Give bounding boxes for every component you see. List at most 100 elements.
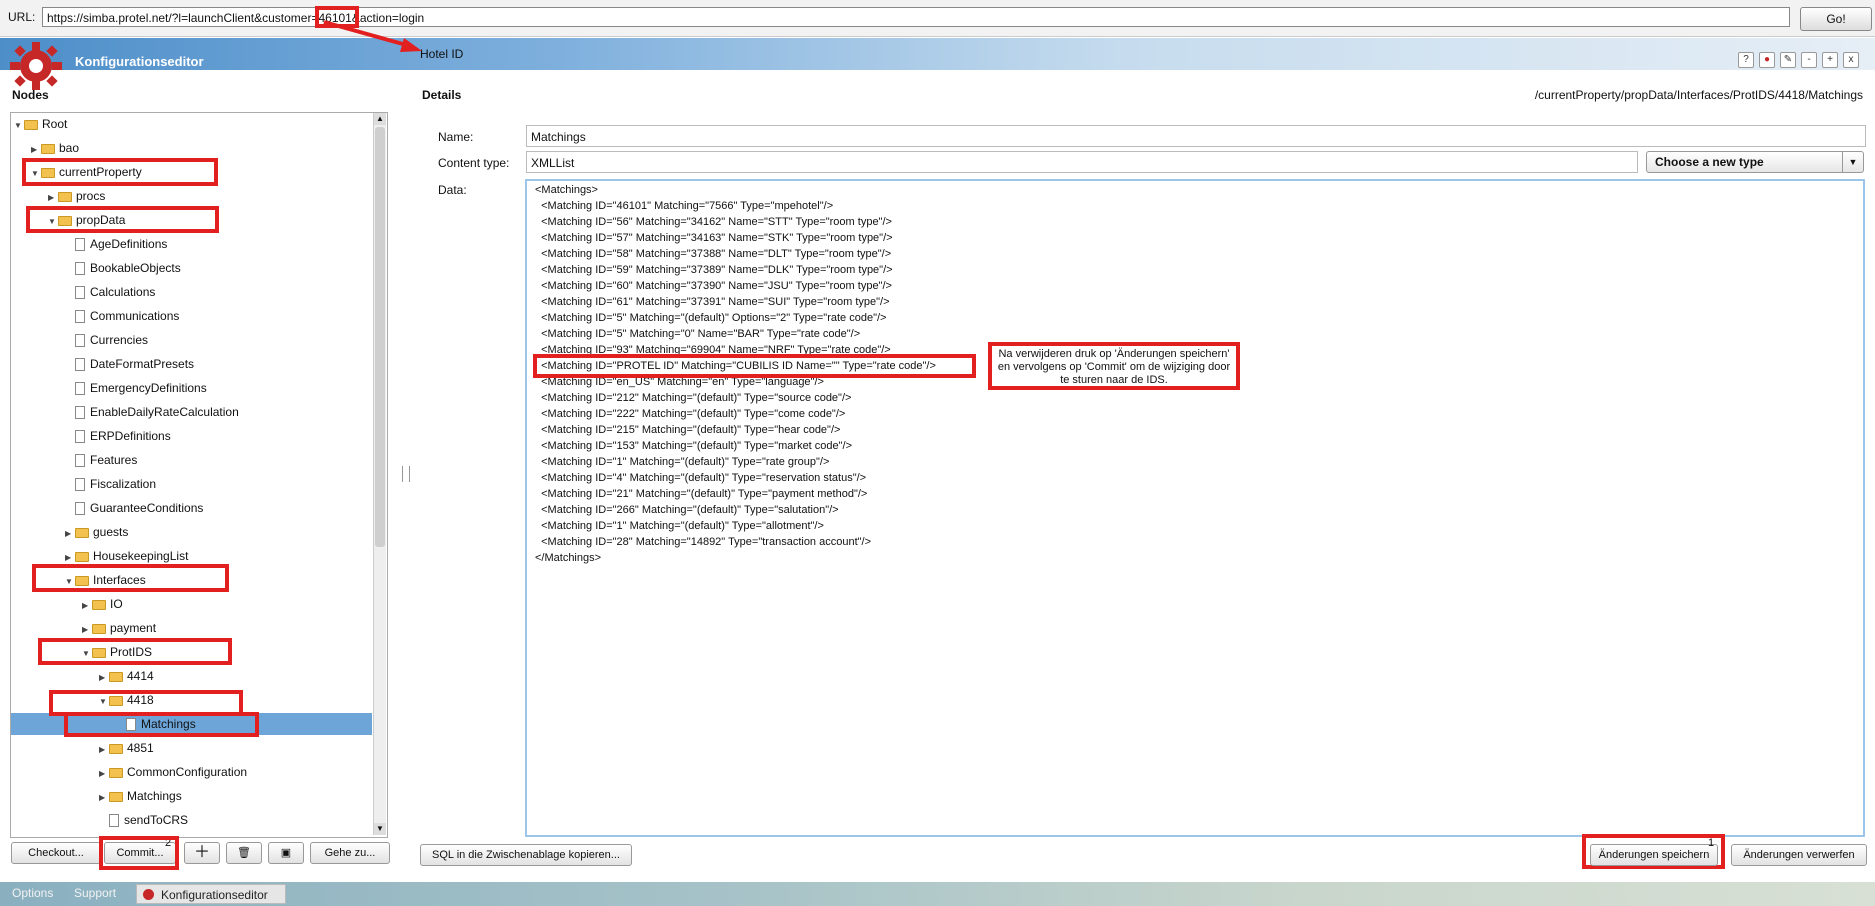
goto-button[interactable]: Gehe zu...	[310, 842, 390, 864]
tree-node-label: Currencies	[90, 333, 149, 347]
collapsed-arrow-icon[interactable]: ▶	[31, 140, 41, 160]
save-changes-button[interactable]: Änderungen speichern	[1590, 844, 1718, 866]
folder-icon	[109, 767, 123, 778]
tree-folder-node[interactable]: ▶ Matchings	[99, 786, 182, 806]
file-icon	[75, 502, 85, 516]
tree-folder-node[interactable]: ▶ guests	[65, 522, 128, 542]
xml-line: <Matching ID="1" Matching="(default)" Ty…	[535, 520, 824, 532]
add-icon[interactable]: ＋	[184, 842, 220, 864]
tree-file-node[interactable]: Features	[65, 450, 137, 470]
tree-node-label: Calculations	[90, 285, 156, 299]
tree-file-node[interactable]: ERPDefinitions	[65, 426, 171, 446]
tree-file-node[interactable]: EnableDailyRateCalculation	[65, 402, 239, 422]
go-button[interactable]: Go!	[1800, 7, 1872, 31]
name-label: Name:	[438, 130, 474, 144]
tree-node-label: 4414	[127, 669, 154, 683]
save-disk-icon[interactable]: ▣	[268, 842, 304, 864]
folder-icon	[92, 599, 106, 610]
nodes-title: Nodes	[12, 88, 49, 102]
collapsed-arrow-icon[interactable]: ▶	[99, 764, 109, 784]
bug-icon[interactable]: ●	[1759, 52, 1775, 68]
tree-file-node[interactable]: EmergencyDefinitions	[65, 378, 207, 398]
tree-file-node[interactable]: BookableObjects	[65, 258, 181, 278]
content-type-label: Content type:	[438, 156, 510, 170]
type-select[interactable]: Choose a new type ▼	[1646, 151, 1864, 173]
xml-line: <Matching ID="59" Matching="37389" Name=…	[535, 264, 893, 276]
collapsed-arrow-icon[interactable]: ▶	[65, 524, 75, 544]
expanded-arrow-icon[interactable]: ▼	[14, 116, 24, 136]
tree-node-label: EmergencyDefinitions	[90, 381, 207, 395]
tree-folder-node[interactable]: ▶ CommonConfiguration	[99, 762, 247, 782]
file-icon	[75, 310, 85, 324]
gear-logo-icon	[10, 42, 62, 90]
trash-icon[interactable]: 🗑	[226, 842, 262, 864]
help-icon[interactable]: ?	[1738, 52, 1754, 68]
taskbar-active-app[interactable]: Konfigurationseditor	[136, 884, 286, 904]
tree-file-node[interactable]: Calculations	[65, 282, 155, 302]
content-type-field[interactable]: XMLList	[526, 151, 1638, 173]
tree-file-node[interactable]: sendToCRS	[99, 810, 188, 830]
save-step-number: 1	[1708, 837, 1715, 849]
copy-sql-button[interactable]: SQL in die Zwischenablage kopieren...	[420, 844, 632, 866]
collapsed-arrow-icon[interactable]: ▶	[99, 740, 109, 760]
tree-file-node[interactable]: AgeDefinitions	[65, 234, 167, 254]
collapsed-arrow-icon[interactable]: ▶	[48, 188, 58, 208]
folder-icon	[109, 671, 123, 682]
tree-node-label: guests	[93, 525, 129, 539]
tree-node-label: ERPDefinitions	[90, 429, 171, 443]
minimize-icon[interactable]: -	[1801, 52, 1817, 68]
tree-node-label: HousekeepingList	[93, 549, 189, 563]
file-icon	[109, 814, 119, 828]
tree-node-label: Communications	[90, 309, 180, 323]
collapsed-arrow-icon[interactable]: ▶	[99, 788, 109, 808]
taskbar-support[interactable]: Support	[74, 886, 116, 900]
tree-folder-node[interactable]: ▶ bao	[31, 138, 79, 158]
scroll-down-icon[interactable]: ▼	[374, 823, 386, 835]
tree-file-node[interactable]: Communications	[65, 306, 179, 326]
details-title: Details	[422, 88, 462, 102]
scroll-up-icon[interactable]: ▲	[374, 113, 386, 125]
panel-splitter[interactable]	[402, 466, 410, 482]
scroll-thumb[interactable]	[375, 127, 385, 547]
taskbar-active-label: Konfigurationseditor	[161, 888, 268, 902]
tree-folder-node[interactable]: ▶ IO	[82, 594, 123, 614]
collapsed-arrow-icon[interactable]: ▶	[82, 620, 92, 640]
name-field[interactable]: Matchings	[526, 125, 1866, 147]
tree-node-label: Matchings	[127, 789, 182, 803]
discard-changes-button[interactable]: Änderungen verwerfen	[1731, 844, 1867, 866]
tree-file-node[interactable]: GuaranteeConditions	[65, 498, 203, 518]
tree-folder-node[interactable]: ▶ procs	[48, 186, 105, 206]
file-icon	[75, 238, 85, 252]
tree-folder-node[interactable]: ▶ 4414	[99, 666, 154, 686]
file-icon	[75, 478, 85, 492]
file-icon	[75, 406, 85, 420]
tree-node-label: GuaranteeConditions	[90, 501, 204, 515]
wrench-icon[interactable]: ✎	[1780, 52, 1796, 68]
collapsed-arrow-icon[interactable]: ▶	[99, 668, 109, 688]
tree-node-label: AgeDefinitions	[90, 237, 168, 251]
tree-node-label: 4851	[127, 741, 154, 755]
tree-file-node[interactable]: Currencies	[65, 330, 148, 350]
tree-folder-node[interactable]: ▶ 4851	[99, 738, 154, 758]
file-icon	[75, 334, 85, 348]
url-input[interactable]: https://simba.protel.net/?l=launchClient…	[42, 7, 1790, 27]
checkout-button[interactable]: Checkout...	[11, 842, 101, 864]
tree-folder-node[interactable]: ▶ HousekeepingList	[65, 546, 188, 566]
collapsed-arrow-icon[interactable]: ▶	[82, 596, 92, 616]
annotation-box-commit	[99, 836, 179, 870]
tree-scrollbar[interactable]: ▲ ▼	[373, 113, 386, 835]
close-icon[interactable]: x	[1843, 52, 1859, 68]
tree-file-node[interactable]: Fiscalization	[65, 474, 156, 494]
tree-node-label: DateFormatPresets	[90, 357, 195, 371]
maximize-icon[interactable]: +	[1822, 52, 1838, 68]
tree-file-node[interactable]: DateFormatPresets	[65, 354, 194, 374]
node-path: /currentProperty/propData/Interfaces/Pro…	[1534, 88, 1863, 102]
folder-icon	[24, 119, 38, 130]
tree-node-label: bao	[59, 141, 80, 155]
tree-folder-node[interactable]: ▼ Root	[14, 114, 67, 134]
tree-folder-node[interactable]: ▶ payment	[82, 618, 156, 638]
taskbar-options[interactable]: Options	[12, 886, 53, 900]
xml-line: <Matching ID="28" Matching="14892" Type=…	[535, 536, 872, 548]
xml-line: <Matching ID="222" Matching="(default)" …	[535, 408, 846, 420]
annotation-box-interfaces	[32, 564, 229, 592]
